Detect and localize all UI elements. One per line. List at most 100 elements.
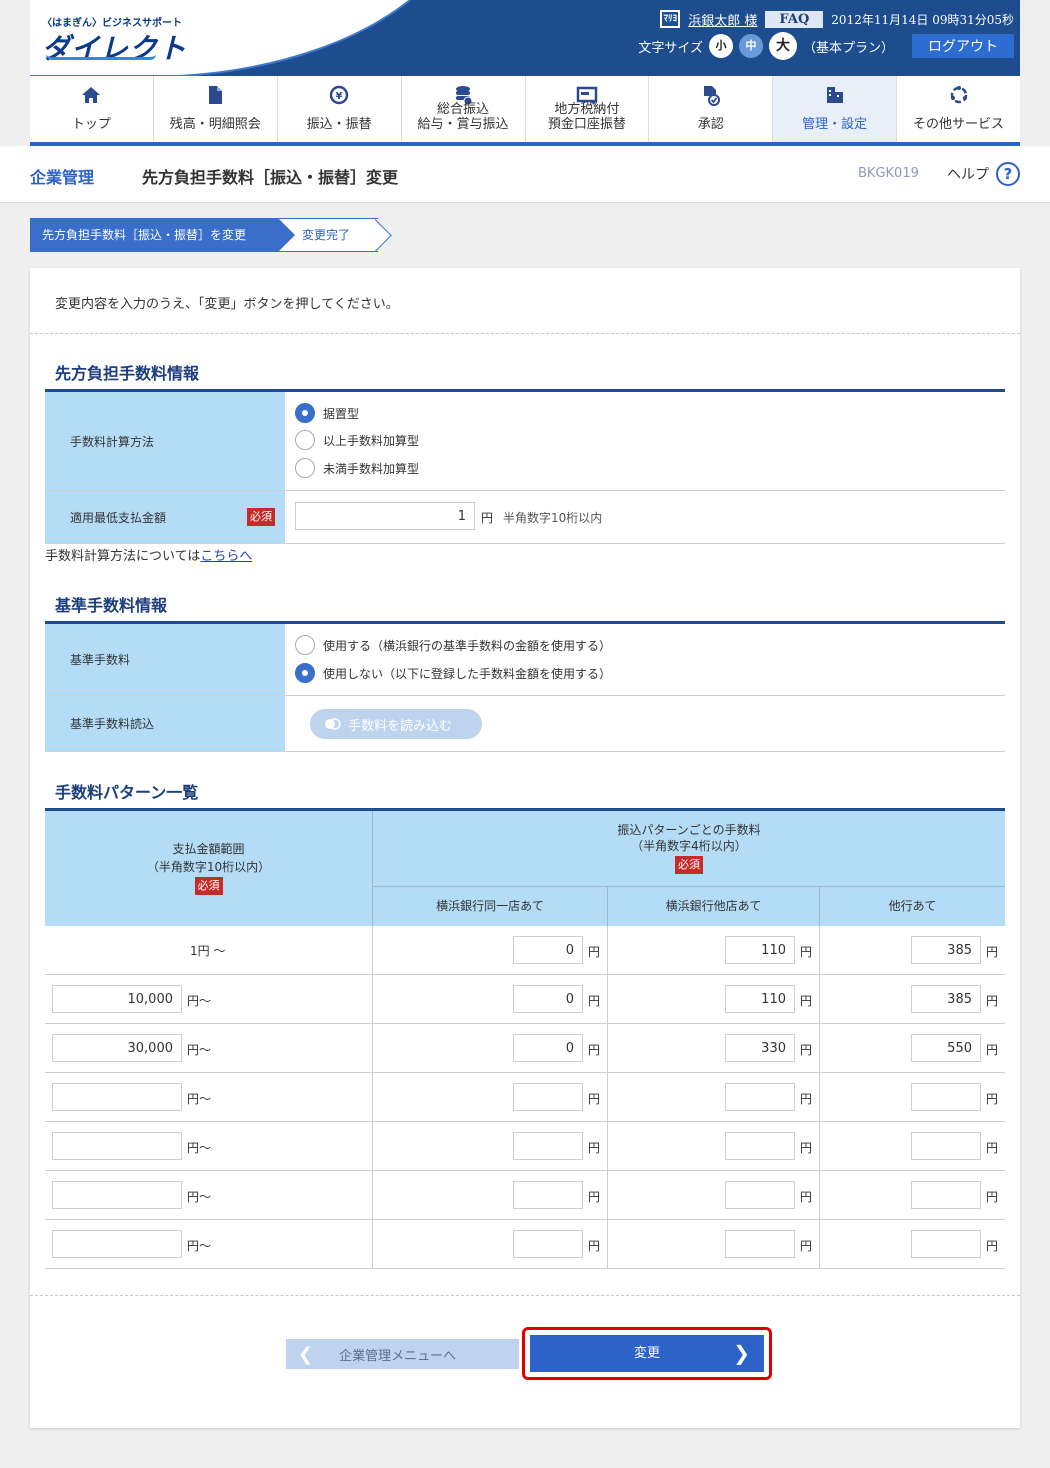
radio-base-use[interactable]: 使用する（横浜銀行の基準手数料の金額を使用する） <box>295 635 611 655</box>
yen-from-unit: 円～ <box>187 994 212 1008</box>
radio-dot[interactable] <box>295 635 315 655</box>
breadcrumb[interactable]: 企業管理 <box>30 164 94 188</box>
fee-other-branch-input[interactable] <box>725 1181 795 1209</box>
section-title-fee-info: 先方負担手数料情報 <box>55 364 200 383</box>
home-icon <box>82 87 101 103</box>
faq-button[interactable]: FAQ <box>765 10 824 28</box>
fee-same-branch-input[interactable] <box>513 985 583 1013</box>
nav-item-approval[interactable]: 承認 <box>649 76 774 142</box>
radio-dot-selected[interactable] <box>295 663 315 683</box>
fee-other-bank-input[interactable] <box>911 1083 981 1111</box>
yen-unit: 円 <box>588 1239 601 1253</box>
cell-divider <box>607 926 608 974</box>
nav-item-bulk-transfer[interactable]: 総合振込 給与・賞与振込 <box>402 76 526 142</box>
svg-text:¥: ¥ <box>336 91 343 102</box>
range-from-input[interactable] <box>52 1132 182 1160</box>
min-amount-input[interactable] <box>295 502 475 530</box>
range-from-input[interactable] <box>52 1083 182 1111</box>
change-submit-button[interactable]: 変更 ❯ <box>530 1335 764 1372</box>
fee-same-branch-input[interactable] <box>513 1181 583 1209</box>
logout-button[interactable]: ログアウト <box>912 34 1014 58</box>
radio-calc-fixed[interactable]: 据置型 <box>295 403 359 423</box>
header: 〈はまぎん〉ビジネスサポート ダイレクト ﾏﾘﾖ 浜銀太郎 様 FAQ 2012… <box>30 0 1020 76</box>
range-from-input[interactable] <box>52 1181 182 1209</box>
nav-item-transfer[interactable]: ¥ 振込・振替 <box>278 76 402 142</box>
nav-item-local-tax[interactable]: 地方税納付 預金口座振替 <box>526 76 650 142</box>
logo-text: ダイレクト <box>42 32 188 65</box>
fee-other-branch-input[interactable] <box>725 1034 795 1062</box>
nav-item-top[interactable]: トップ <box>30 76 154 142</box>
fee-same-branch-input[interactable] <box>513 936 583 964</box>
row-base-fee: 基準手数料 使用する（横浜銀行の基準手数料の金額を使用する） 使用しない（以下に… <box>45 624 1005 696</box>
base-fee-label-text: 基準手数料 <box>70 653 131 667</box>
radio-dot[interactable] <box>295 458 315 478</box>
font-size-medium-button[interactable]: 中 <box>738 34 763 58</box>
radio-calc-above[interactable]: 以上手数料加算型 <box>295 430 419 450</box>
cell-divider <box>607 975 608 1023</box>
divider <box>30 1295 1020 1296</box>
range-from-input[interactable] <box>52 1230 182 1258</box>
fee-other-bank-input[interactable] <box>911 1132 981 1160</box>
yen-transfer-icon: ¥ <box>329 85 349 105</box>
back-to-menu-button[interactable]: ❮ 企業管理メニューへ <box>286 1339 519 1369</box>
cell-divider <box>372 1122 373 1170</box>
fee-other-bank-input[interactable] <box>911 985 981 1013</box>
range-from-input[interactable] <box>52 985 182 1013</box>
yen-unit: 円 <box>986 1141 999 1155</box>
font-size-small-button[interactable]: 小 <box>708 34 733 58</box>
plan-label: （基本プラン） <box>802 40 894 56</box>
fee-other-branch-input[interactable] <box>725 985 795 1013</box>
fee-other-branch-input[interactable] <box>725 1132 795 1160</box>
cell-divider <box>819 975 820 1023</box>
table-row: 円～ 円 円 円 <box>45 1220 1005 1269</box>
radio-base-not-use[interactable]: 使用しない（以下に登録した手数料金額を使用する） <box>295 663 611 683</box>
fee-same-branch-input[interactable] <box>513 1132 583 1160</box>
note-text: 手数料計算方法については <box>45 549 201 564</box>
fee-same-branch-input[interactable] <box>513 1034 583 1062</box>
radio-label: 以上手数料加算型 <box>323 433 420 448</box>
cell-divider <box>607 1220 608 1268</box>
calc-method-help-link[interactable]: こちらへ <box>200 549 252 564</box>
cell-divider <box>819 1220 820 1268</box>
fee-other-bank-input[interactable] <box>911 936 981 964</box>
fee-same-branch-input[interactable] <box>513 1083 583 1111</box>
fee-other-bank-input[interactable] <box>911 1181 981 1209</box>
logo[interactable]: 〈はまぎん〉ビジネスサポート ダイレクト <box>42 14 187 67</box>
help-icon[interactable]: ? <box>996 162 1020 186</box>
help-link[interactable]: ヘルプ <box>947 164 989 184</box>
yen-unit: 円 <box>986 1190 999 1204</box>
yen-unit: 円 <box>800 1190 813 1204</box>
cell-divider <box>819 1073 820 1121</box>
section-title-base-fee: 基準手数料情報 <box>55 596 168 615</box>
radio-dot[interactable] <box>295 430 315 450</box>
yen-unit: 円 <box>986 945 999 959</box>
fee-other-branch-input[interactable] <box>725 1230 795 1258</box>
font-size-label: 文字サイズ <box>638 40 703 56</box>
cell-divider <box>607 1024 608 1072</box>
fee-other-bank-input[interactable] <box>911 1034 981 1062</box>
radio-label: 据置型 <box>323 406 360 421</box>
load-fee-button[interactable]: 手数料を読み込む <box>310 709 482 739</box>
col-header-range: 支払金額範囲 （半角数字10桁以内） 必須 <box>45 811 372 926</box>
nav-item-other-services[interactable]: その他サービス <box>897 76 1020 142</box>
user-name-link[interactable]: 浜銀太郎 様 <box>688 10 757 29</box>
yen-unit: 円 <box>986 994 999 1008</box>
nav-item-balance[interactable]: 残高・明細照会 <box>154 76 278 142</box>
fee-other-branch-input[interactable] <box>725 1083 795 1111</box>
fee-other-branch-input[interactable] <box>725 936 795 964</box>
range-from-input[interactable] <box>52 1034 182 1062</box>
radio-dot-selected[interactable] <box>295 403 315 423</box>
table-row: 円～ 円 円 円 <box>45 1024 1005 1073</box>
cell-divider <box>372 975 373 1023</box>
coins-icon <box>325 718 341 730</box>
header-divider <box>819 887 820 926</box>
radio-label: 使用する（横浜銀行の基準手数料の金額を使用する） <box>323 638 612 653</box>
font-size-large-button[interactable]: 大 <box>768 32 797 60</box>
page-title: 先方負担手数料［振込・振替］変更 <box>142 168 399 187</box>
col-header-fee: 振込パターンごとの手数料 （半角数字4桁以内） 必須 <box>373 811 1005 886</box>
radio-calc-below[interactable]: 未満手数料加算型 <box>295 458 419 478</box>
fee-other-bank-input[interactable] <box>911 1230 981 1258</box>
fee-same-branch-input[interactable] <box>513 1230 583 1258</box>
nav-item-settings[interactable]: 管理・設定 <box>773 76 898 142</box>
required-badge: 必須 <box>247 508 275 526</box>
